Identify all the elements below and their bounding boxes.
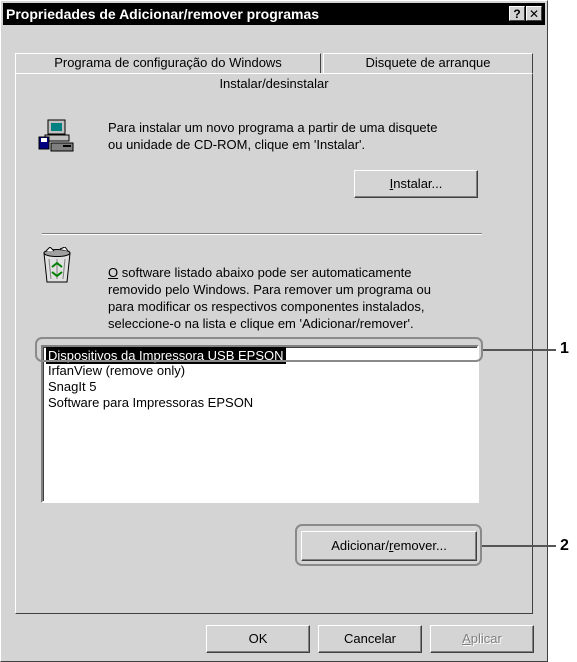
uninstall-instructions-line2: removido pelo Windows. Para remover um p… — [108, 282, 431, 297]
uninstall-text: software listado abaixo pode ser automat… — [118, 265, 412, 280]
section-divider — [42, 233, 482, 235]
title-bar[interactable]: Propriedades de Adicionar/remover progra… — [3, 3, 545, 25]
apply-mnemonic: A — [462, 631, 471, 646]
program-list-item[interactable]: SnagIt 5 — [46, 378, 98, 395]
callout-leader-2 — [482, 545, 556, 547]
apply-label: plicar — [470, 631, 502, 646]
callout-box-1 — [35, 337, 483, 362]
ok-label: OK — [248, 631, 268, 646]
help-button[interactable]: ? — [509, 6, 525, 21]
tab-label: Programa de configuração do Windows — [54, 55, 282, 70]
tab-startup-disk[interactable]: Disquete de arranque — [323, 53, 533, 73]
callout-number-1: 1 — [560, 340, 569, 357]
recycle-bin-icon — [43, 247, 71, 283]
apply-button[interactable]: Aplicar — [430, 625, 534, 653]
install-instructions-line1: Para instalar um novo programa a partir … — [108, 120, 438, 135]
uninstall-mnemonic: O — [108, 265, 119, 280]
callout-box-2 — [295, 524, 482, 566]
uninstall-instructions-line3: para modificar os respectivos componente… — [108, 299, 425, 314]
install-button-label: nstalar... — [393, 176, 443, 191]
tab-label: Disquete de arranque — [365, 55, 491, 70]
cancel-label: Cancelar — [343, 631, 397, 646]
uninstall-instructions-line1: O software listado abaixo pode ser autom… — [108, 264, 412, 281]
program-list[interactable]: Dispositivos da Impressora USB EPSON Irf… — [41, 345, 479, 503]
tab-windows-setup[interactable]: Programa de configuração do Windows — [15, 53, 321, 73]
install-button[interactable]: Instalar... — [354, 170, 478, 198]
program-list-item[interactable]: IrfanView (remove only) — [46, 362, 187, 379]
ok-button[interactable]: OK — [206, 625, 310, 653]
cancel-button[interactable]: Cancelar — [318, 625, 422, 653]
callout-number-2: 2 — [560, 537, 569, 554]
tab-label: Instalar/desinstalar — [219, 76, 329, 91]
uninstall-instructions-line4: seleccione-o na lista e clique em 'Adici… — [108, 316, 414, 331]
install-instructions-line2: ou unidade de CD-ROM, clique em 'Instala… — [108, 137, 366, 152]
window-title: Propriedades de Adicionar/remover progra… — [6, 6, 320, 22]
install-computer-icon — [38, 119, 74, 152]
tab-install-uninstall[interactable]: Instalar/desinstalar — [15, 73, 533, 95]
close-button[interactable]: ✕ — [526, 6, 542, 21]
program-list-item[interactable]: Software para Impressoras EPSON — [46, 394, 255, 411]
callout-leader-1 — [483, 349, 556, 351]
